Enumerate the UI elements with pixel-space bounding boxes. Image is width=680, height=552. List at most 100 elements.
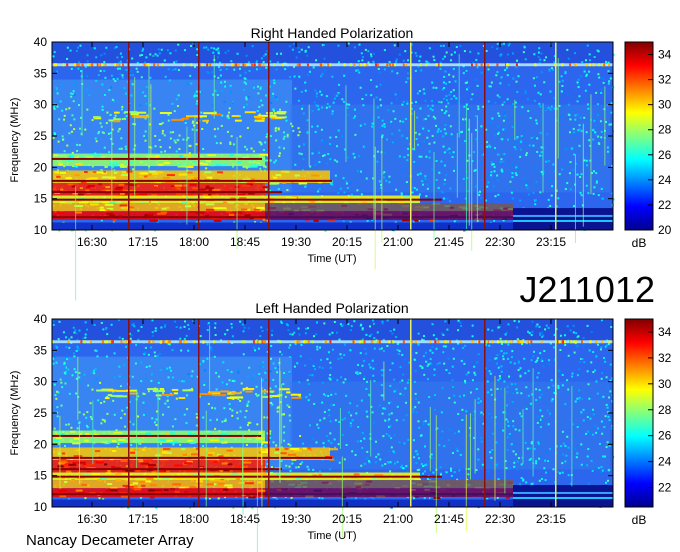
noise-pixel [297, 134, 300, 137]
noise-pixel [205, 167, 208, 170]
emission-pixel [433, 496, 441, 499]
noise-pixel [583, 361, 586, 364]
noise-pixel [545, 450, 548, 453]
noise-pixel [119, 67, 122, 70]
noise-pixel [573, 351, 576, 354]
noise-pixel [56, 70, 59, 73]
noise-pixel [402, 419, 405, 422]
rfi-pixel [491, 340, 494, 344]
noise-pixel [443, 75, 446, 78]
x-tick-label: 22:30 [485, 235, 515, 249]
noise-pixel [366, 457, 369, 460]
noise-pixel [367, 61, 370, 64]
emission-pixel [154, 206, 159, 209]
noise-pixel [132, 423, 135, 426]
noise-pixel [517, 75, 520, 78]
emission-pixel [329, 458, 335, 461]
noise-pixel [450, 97, 453, 100]
emission-streak [108, 119, 115, 122]
noise-pixel [84, 497, 87, 500]
noise-pixel [423, 92, 426, 95]
noise-pixel [493, 147, 496, 150]
noise-pixel [550, 194, 553, 197]
emission-pixel [91, 472, 100, 475]
noise-pixel [559, 371, 562, 374]
noise-pixel [252, 86, 255, 89]
emission-pixel [221, 432, 229, 435]
x-tick-label: 17:15 [128, 235, 158, 249]
noise-pixel [270, 334, 273, 337]
emission-pixel [149, 484, 157, 487]
quiet-region [513, 208, 613, 230]
noise-pixel [329, 374, 332, 377]
emission-pixel [57, 211, 65, 214]
noise-pixel [588, 59, 591, 62]
noise-pixel [361, 338, 364, 341]
noise-pixel [560, 115, 563, 118]
rfi-vertical-line [465, 104, 467, 229]
noise-pixel [61, 386, 64, 389]
noise-pixel [537, 55, 540, 58]
noise-pixel [549, 108, 552, 111]
noise-pixel [480, 437, 483, 440]
noise-pixel [202, 359, 205, 362]
noise-pixel [190, 82, 193, 85]
noise-pixel [246, 126, 249, 129]
noise-pixel [436, 130, 439, 133]
noise-pixel [399, 392, 402, 395]
noise-pixel [393, 44, 396, 47]
noise-pixel [489, 464, 492, 467]
noise-pixel [214, 326, 217, 329]
noise-pixel [321, 106, 324, 109]
noise-pixel [272, 378, 275, 381]
noise-pixel [417, 457, 420, 460]
noise-pixel [270, 344, 273, 347]
noise-pixel [54, 394, 57, 397]
noise-pixel [588, 70, 591, 73]
noise-pixel [177, 94, 180, 97]
noise-pixel [541, 331, 544, 334]
emission-pixel [141, 449, 146, 452]
noise-pixel [185, 422, 188, 425]
noise-pixel [429, 358, 432, 361]
emission-pixel [280, 170, 289, 173]
noise-pixel [536, 323, 539, 326]
emission-pixel [204, 171, 212, 174]
noise-pixel [94, 368, 97, 371]
noise-pixel [586, 416, 589, 419]
noise-pixel [448, 114, 451, 117]
noise-pixel [487, 470, 490, 473]
noise-pixel [574, 400, 577, 403]
noise-pixel [421, 367, 424, 370]
noise-pixel [118, 147, 121, 150]
noise-pixel [577, 335, 580, 338]
emission-streak [185, 115, 199, 118]
noise-pixel [214, 135, 217, 138]
emission-streak [162, 393, 174, 396]
noise-pixel [448, 147, 451, 150]
noise-pixel [413, 358, 416, 361]
noise-pixel [424, 118, 427, 121]
rfi-pixel [496, 63, 499, 67]
noise-pixel [478, 194, 481, 197]
noise-pixel [499, 161, 502, 164]
noise-pixel [500, 43, 503, 46]
rfi-vertical-line [77, 356, 79, 421]
noise-pixel [402, 373, 405, 376]
noise-pixel [549, 447, 552, 450]
emission-band [52, 183, 265, 196]
noise-pixel [272, 108, 275, 111]
noise-pixel [450, 474, 453, 477]
noise-pixel [298, 130, 301, 133]
noise-pixel [199, 335, 202, 338]
noise-pixel [496, 354, 499, 357]
noise-pixel [498, 374, 501, 377]
noise-pixel [606, 150, 609, 153]
noise-pixel [561, 462, 564, 465]
noise-pixel [407, 379, 410, 382]
noise-pixel [53, 427, 56, 430]
noise-pixel [497, 112, 500, 115]
emission-pixel [112, 219, 117, 222]
noise-pixel [278, 154, 281, 157]
noise-pixel [592, 170, 595, 173]
